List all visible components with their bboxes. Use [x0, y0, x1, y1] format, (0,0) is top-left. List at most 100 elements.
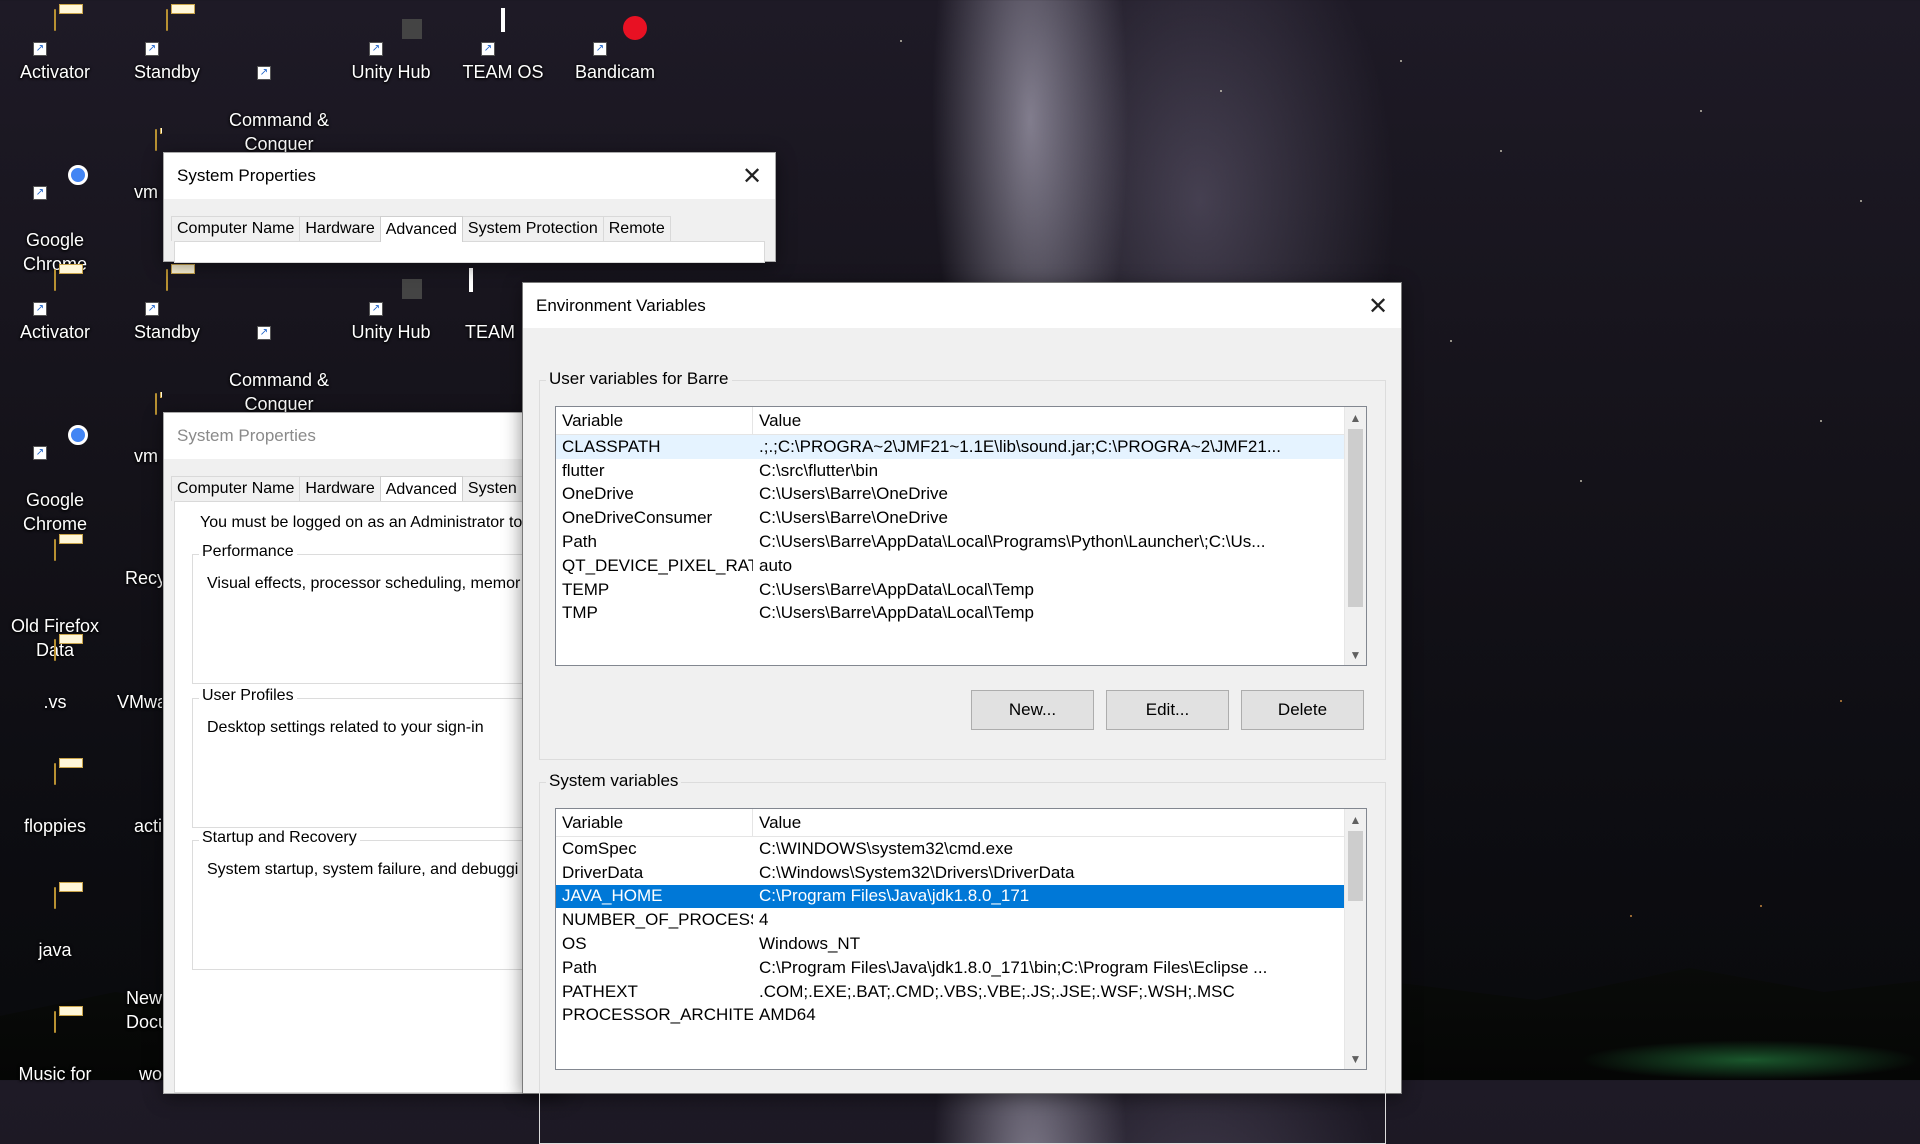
scroll-up-icon[interactable]: ▲	[1345, 809, 1366, 830]
variable-value: 4	[759, 910, 769, 930]
variable-row[interactable]: Path C:\Users\Barre\AppData\Local\Program…	[556, 530, 1345, 554]
variable-name: flutter	[562, 460, 605, 480]
tab-hardware[interactable]: Hardware	[299, 476, 381, 501]
column-header-variable[interactable]: Variable	[556, 809, 753, 836]
startup-recovery-text: System startup, system failure, and debu…	[207, 861, 519, 878]
environment-variables-dialog[interactable]: Environment Variables ✕ User variables f…	[522, 282, 1402, 1144]
variable-row[interactable]: PATHEXT .COM;.EXE;.BAT;.CMD;.VBS;.VBE;.JS…	[556, 980, 1345, 1004]
column-header-value[interactable]: Value	[753, 813, 801, 833]
desktop-icon-bandicam[interactable]: ↗ Bandicam	[560, 8, 670, 84]
scrollbar-thumb[interactable]	[1348, 831, 1363, 901]
folder-icon	[132, 128, 162, 176]
variable-row[interactable]: PROCESSOR_ARCHITECTURE AMD64	[556, 1004, 1345, 1028]
column-header-variable[interactable]: Variable	[556, 407, 753, 434]
variable-value: C:\src\flutter\bin	[759, 460, 879, 480]
vertical-scrollbar[interactable]: ▲ ▼	[1344, 407, 1366, 665]
variable-row[interactable]: JAVA_HOME C:\Program Files\Java\jdk1.8.0_…	[556, 884, 1345, 909]
system-properties-window[interactable]: System Properties Computer Name Hardware…	[163, 412, 565, 1094]
desktop-icon-vs[interactable]: .vs	[0, 638, 110, 714]
desktop-icon-label: Standby	[133, 322, 201, 342]
title-bar[interactable]: System Properties	[164, 413, 564, 459]
variable-row[interactable]: ComSpec C:\WINDOWS\system32\cmd.exe	[556, 837, 1345, 861]
variable-row[interactable]: TMP C:\Users\Barre\AppData\Local\Temp	[556, 602, 1345, 626]
desktop-icon-google-chrome[interactable]: ↗ Google Chrome	[0, 128, 110, 276]
edit-user-variable-button[interactable]: Edit...	[1106, 690, 1229, 730]
desktop-icon-java[interactable]: java	[0, 886, 110, 962]
folder-icon: ↗	[31, 8, 79, 56]
title-bar[interactable]: Environment Variables	[523, 283, 1401, 328]
app-icon	[113, 762, 161, 810]
tab-system-protection[interactable]: System Protection	[461, 216, 604, 241]
variable-value: C:\Program Files\Java\jdk1.8.0_171\bin;C…	[759, 957, 1268, 977]
variable-name: CLASSPATH	[562, 436, 661, 456]
title-bar[interactable]: System Properties	[164, 153, 775, 199]
window-title: System Properties	[177, 426, 316, 445]
desktop-icon-label: Unity Hub	[351, 62, 431, 82]
desktop-icon-standby[interactable]: ↗ Standby	[112, 8, 222, 84]
variable-name: NUMBER_OF_PROCESSORS	[562, 910, 753, 930]
folder-icon	[132, 392, 162, 440]
chrome-icon: ↗	[31, 152, 79, 200]
delete-user-variable-button[interactable]: Delete	[1241, 690, 1364, 730]
system-variables-list[interactable]: Variable Value ComSpec C:\WINDOWS\system3…	[555, 808, 1367, 1070]
desktop-icon-floppies[interactable]: floppies	[0, 762, 110, 838]
variable-row[interactable]: OneDriveConsumer C:\Users\Barre\OneDrive	[556, 506, 1345, 530]
variable-name: Path	[562, 957, 597, 977]
scroll-up-icon[interactable]: ▲	[1345, 407, 1366, 428]
variable-row[interactable]: Path C:\Program Files\Java\jdk1.8.0_171\b…	[556, 956, 1345, 980]
tab-advanced[interactable]: Advanced	[379, 476, 463, 502]
desktop-icon-activation[interactable]: acti	[112, 762, 162, 838]
desktop-icon-label: vm	[134, 182, 158, 202]
desktop-icon-activator[interactable]: ↗ Activator	[0, 8, 110, 84]
tab-system-protection[interactable]: Systen	[461, 476, 523, 501]
game-emblem-icon: ↗	[255, 32, 303, 80]
tab-computer-name[interactable]: Computer Name	[171, 476, 301, 501]
scroll-down-icon[interactable]: ▼	[1345, 644, 1366, 665]
new-user-variable-button[interactable]: New...	[971, 690, 1094, 730]
desktop-icon-standby[interactable]: ↗ Standby	[112, 268, 222, 344]
desktop-icon-music[interactable]: Music for	[0, 1010, 110, 1086]
system-properties-window-top[interactable]: System Properties ✕ Computer Name Hardwa…	[163, 152, 776, 263]
tab-remote[interactable]: Remote	[602, 216, 671, 241]
variable-value: C:\Users\Barre\AppData\Local\Programs\Py…	[759, 532, 1266, 552]
vertical-scrollbar[interactable]: ▲ ▼	[1344, 809, 1366, 1069]
folder-icon: ↗	[143, 268, 191, 316]
close-icon[interactable]: ✕	[1355, 283, 1401, 328]
tab-hardware[interactable]: Hardware	[299, 216, 381, 241]
desktop-icon-vmware[interactable]: VMwa	[112, 638, 162, 714]
desktop-icon-recycle-bin[interactable]: Recy	[112, 514, 162, 590]
desktop-icon-label: java	[38, 940, 72, 960]
variable-row[interactable]: OneDrive C:\Users\Barre\OneDrive	[556, 483, 1345, 507]
desktop-icon-word-doc[interactable]: wo	[112, 1010, 162, 1086]
desktop-icon-vm-2[interactable]: vm	[112, 392, 162, 468]
scroll-down-icon[interactable]: ▼	[1345, 1048, 1366, 1069]
desktop-icon-label: Music for	[18, 1064, 92, 1084]
column-header-value[interactable]: Value	[753, 411, 801, 431]
desktop-icon-unity-hub[interactable]: ↗ Unity Hub	[336, 8, 446, 84]
close-icon[interactable]: ✕	[729, 153, 775, 199]
document-icon	[113, 910, 161, 958]
recycle-bin-icon	[113, 514, 161, 562]
variable-value: AMD64	[759, 1005, 816, 1025]
user-profiles-text: Desktop settings related to your sign-in	[207, 719, 484, 736]
tab-computer-name[interactable]: Computer Name	[171, 216, 301, 241]
desktop-icon-activator[interactable]: ↗ Activator	[0, 268, 110, 344]
tab-advanced[interactable]: Advanced	[379, 216, 463, 242]
variable-row[interactable]: flutter C:\src\flutter\bin	[556, 459, 1345, 483]
desktop-icon-vm[interactable]: vm	[112, 128, 162, 204]
startup-recovery-label: Startup and Recovery	[199, 829, 360, 847]
desktop-icon-team-os[interactable]: ↗ TEAM OS	[448, 8, 558, 84]
list-header: Variable Value	[556, 407, 1345, 435]
variable-row[interactable]: OS Windows_NT	[556, 932, 1345, 956]
variable-row[interactable]: NUMBER_OF_PROCESSORS 4	[556, 908, 1345, 932]
variable-row[interactable]: CLASSPATH .;.;C:\PROGRA~2\JMF21~1.1E\lib\…	[556, 435, 1345, 459]
folder-icon: ↗	[31, 268, 79, 316]
user-variables-list[interactable]: Variable Value CLASSPATH .;.;C:\PROGRA~2\…	[555, 406, 1367, 666]
desktop-icon-unity-hub[interactable]: ↗ Unity Hub	[336, 268, 446, 344]
variable-row[interactable]: DriverData C:\Windows\System32\Drivers\Dr…	[556, 861, 1345, 885]
variable-value: .;.;C:\PROGRA~2\JMF21~1.1E\lib\sound.jar…	[759, 436, 1281, 456]
scrollbar-thumb[interactable]	[1348, 429, 1363, 607]
user-profiles-label: User Profiles	[199, 687, 297, 705]
variable-row[interactable]: TEMP C:\Users\Barre\AppData\Local\Temp	[556, 578, 1345, 602]
variable-row[interactable]: QT_DEVICE_PIXEL_RATIO auto	[556, 554, 1345, 578]
